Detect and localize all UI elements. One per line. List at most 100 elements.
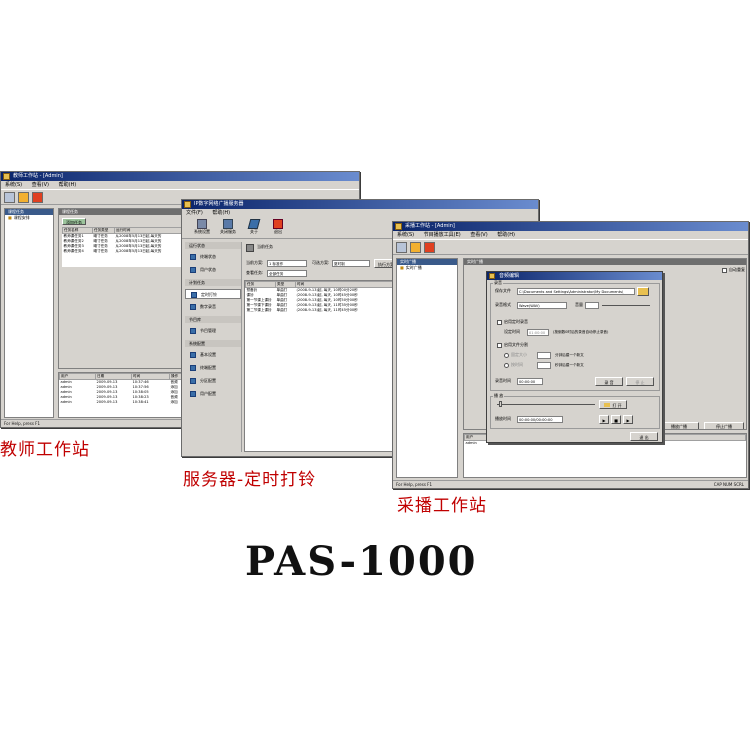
play-broadcast-button[interactable]: 播放广播 <box>659 422 699 429</box>
power-tool-icon[interactable] <box>32 191 43 203</box>
stop-button[interactable]: 停 止 <box>626 377 654 386</box>
nav-item-zone-config[interactable]: 分区配置 <box>185 376 241 386</box>
view-task-select[interactable]: 全部任务 <box>267 270 307 277</box>
caption-server: 服务器-定时打铃 <box>183 470 317 490</box>
record-icon <box>190 304 196 310</box>
broadcast-menubar: 系统(S) 节目播放工具(E) 查看(V) 帮助(H) <box>393 231 748 239</box>
menu-system[interactable]: 系统(S) <box>5 182 22 188</box>
nav-item-digital-record[interactable]: 数字录音 <box>185 302 241 312</box>
volume-field[interactable] <box>585 302 599 309</box>
audio-edit-dialog: 音频编辑 录音 保存文件 C:\Documents and Settings\A… <box>486 271 663 443</box>
tree-item-live-broadcast[interactable]: 实时广播 <box>397 265 457 271</box>
by-size-label: 固定大小 <box>511 352 527 357</box>
power-tool-icon[interactable] <box>424 241 435 253</box>
user-icon <box>190 267 196 273</box>
edit-tool-icon[interactable] <box>18 191 29 203</box>
save-path-field[interactable]: C:\Documents and Settings\Administrator\… <box>517 288 635 295</box>
auto-repeat-checkbox[interactable] <box>722 268 727 273</box>
table-row[interactable]: admin 2009-09-13 10:38:41 添加 <box>60 400 187 405</box>
task-table: 任务名称 任务类型 运行时间 教师课任务1 曦寸任务 从2008年5月13日起,每天… <box>62 227 186 254</box>
stop-broadcast-button[interactable]: 停止广播 <box>704 422 744 429</box>
time-field[interactable] <box>537 362 551 369</box>
table-row[interactable]: 第二节课上课铃 单曲打 (2008-9-13)起, 每天, 11时45分00秒 <box>246 308 398 313</box>
settings-tool-icon[interactable] <box>4 191 15 203</box>
menu-help[interactable]: 帮助(H) <box>497 232 515 238</box>
optional-scheme-select[interactable]: 夏时制 <box>332 260 370 267</box>
caption-teacher: 教师工作站 <box>0 440 90 460</box>
play-progress-thumb[interactable] <box>499 401 502 407</box>
tree-item-course[interactable]: 课程安排 <box>5 215 53 221</box>
set-time-field[interactable]: 01:00:00 <box>527 329 549 336</box>
play-group <box>490 396 660 429</box>
nav-item-user-config[interactable]: 用户配置 <box>185 389 241 399</box>
time-unit-label: 秒钟后建一个新文 <box>555 363 584 367</box>
broadcast-statusbar: For Help, press F1 CAP NUM SCRL <box>393 480 748 488</box>
settings-icon <box>190 352 196 358</box>
caption-broadcast: 采播工作站 <box>397 496 487 516</box>
nav-item-terminal-status[interactable]: 终端状态 <box>185 252 241 262</box>
broadcast-titlebar: 采播工作站 - [Admin] <box>393 222 748 231</box>
play-time-field: 00:00:00/00:00:00 <box>517 416 563 423</box>
stop-service-tool[interactable]: 关闭服务 <box>216 219 240 234</box>
menu-view[interactable]: 查看(V) <box>470 232 487 238</box>
nav-item-program-manage[interactable]: 节目管理 <box>185 326 241 336</box>
task-icon <box>246 244 254 252</box>
record-button[interactable]: 录 音 <box>595 377 623 386</box>
app-icon <box>3 173 10 180</box>
teacher-content-panel: 课程任务 添加任务 任务名称 任务类型 运行时间 教师课任务1 曦寸任务 从2008… <box>58 208 188 369</box>
nav-item-user-status[interactable]: 用户状态 <box>185 265 241 275</box>
nav-item-terminal-config[interactable]: 终端配置 <box>185 363 241 373</box>
settings-tool-icon[interactable] <box>396 241 407 253</box>
nav-item-basic-settings[interactable]: 基本设置 <box>185 350 241 360</box>
record-group-label: 录音 <box>493 280 503 286</box>
terminal-icon <box>190 254 196 260</box>
view-task-label: 查看任务: <box>246 270 264 275</box>
nav-item-bell-timer[interactable]: 定时打铃 <box>185 289 241 299</box>
play-button[interactable]: ▶ <box>599 415 609 424</box>
by-time-radio[interactable] <box>504 363 509 368</box>
by-size-radio[interactable] <box>504 353 509 358</box>
set-time-hint: (按倒数0时后的录音自动停止录音) <box>553 330 609 334</box>
nav-group-status[interactable]: 运行状态 <box>185 242 241 249</box>
about-tool[interactable]: 关于 <box>244 219 264 234</box>
play-progress-slider[interactable] <box>497 404 595 405</box>
timed-record-checkbox[interactable] <box>497 320 502 325</box>
nav-group-schedule[interactable]: 计划任务 <box>185 279 241 286</box>
system-settings-tool[interactable]: 系统设置 <box>190 219 214 234</box>
zone-icon <box>190 378 196 384</box>
menu-help[interactable]: 帮助(H) <box>59 182 77 188</box>
menu-view[interactable]: 查看(V) <box>32 182 49 188</box>
open-file-button[interactable]: 打 开 <box>599 400 627 409</box>
stop-play-button[interactable]: ■ <box>611 415 621 424</box>
menu-file[interactable]: 文件(F) <box>186 210 203 216</box>
exit-dialog-button[interactable]: 退 出 <box>630 432 658 441</box>
dialog-titlebar: 音频编辑 <box>487 272 662 280</box>
nav-group-library[interactable]: 节目库 <box>185 316 241 323</box>
nav-group-config[interactable]: 系统配置 <box>185 340 241 347</box>
status-help: For Help, press F1 <box>396 482 433 487</box>
log-table: 用户 日期 时间 操作 admin 2009-09-13 10:37:46 音频 ad… <box>59 373 187 405</box>
volume-slider[interactable] <box>602 305 650 306</box>
browse-folder-icon[interactable] <box>637 287 649 296</box>
size-field[interactable] <box>537 352 551 359</box>
next-button[interactable]: ▶ <box>623 415 633 424</box>
stop-service-icon <box>223 219 233 229</box>
scheme-field[interactable]: 1 标准作 <box>267 260 307 267</box>
broadcast-toolbar <box>393 239 748 255</box>
exit-tool[interactable]: 退出 <box>268 219 288 234</box>
record-group <box>490 283 660 391</box>
menu-program-tools[interactable]: 节目播放工具(E) <box>424 232 461 238</box>
table-row[interactable]: 教师课任务4 曦寸任务 从2008年5月13日起,每天的 <box>63 249 186 254</box>
edit-tool-icon[interactable] <box>410 241 421 253</box>
teacher-tree-panel: 课程任务 课程安排 <box>4 208 54 418</box>
server-menubar: 文件(F) 帮助(H) <box>182 209 538 217</box>
broadcast-title: 采播工作站 - [Admin] <box>405 223 455 229</box>
save-file-label: 保存文件 <box>495 288 511 293</box>
menu-help[interactable]: 帮助(H) <box>212 210 230 216</box>
split-file-checkbox[interactable] <box>497 343 502 348</box>
bell-task-table-panel: 任务 类型 时间 预备铃 单曲打 (2008-9-13)起, 每天, 10时00分2… <box>244 280 399 452</box>
format-select[interactable]: Wave(WAV) <box>517 302 567 309</box>
folder-icon <box>604 403 611 407</box>
menu-system[interactable]: 系统(S) <box>397 232 414 238</box>
add-task-button[interactable]: 添加任务 <box>62 218 86 225</box>
